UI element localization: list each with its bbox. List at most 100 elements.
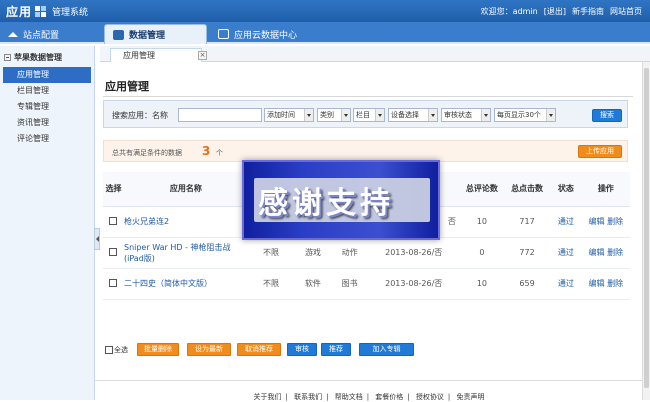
- device-select-value: 设备选择: [391, 111, 419, 119]
- header-comments: 总评论数: [459, 172, 504, 207]
- edit-link[interactable]: 编辑: [589, 279, 605, 288]
- row-checkbox[interactable]: [109, 247, 118, 256]
- data-icon: [113, 29, 124, 40]
- user-links: 欢迎您：admin [退出] 新手指南 网站首页: [481, 6, 642, 17]
- tab-site-config[interactable]: 站点配置: [0, 24, 100, 44]
- app-name-link[interactable]: 二十四史（简体中文版）: [123, 268, 248, 300]
- status-link[interactable]: 通过: [558, 217, 574, 226]
- time-select[interactable]: 添加时间: [264, 108, 314, 122]
- select-all-label: 全选: [114, 346, 128, 354]
- sidebar-item-app-management[interactable]: 应用管理: [3, 67, 91, 83]
- summary-count: 3: [202, 144, 211, 158]
- recommend-button[interactable]: 推荐: [321, 343, 351, 356]
- home-link[interactable]: 网站首页: [610, 6, 642, 17]
- divider: [103, 96, 633, 97]
- header-name: 应用名称: [123, 172, 248, 207]
- tab-cloud-data[interactable]: 应用云数据中心: [210, 24, 330, 44]
- search-label: 搜索应用：名称: [112, 111, 168, 120]
- tab-label: 站点配置: [23, 30, 60, 41]
- sidebar-item-comment-management[interactable]: 评论管理: [0, 131, 94, 147]
- upload-app-button[interactable]: 上传应用: [578, 145, 622, 158]
- cell-category: 图书: [331, 268, 368, 300]
- scrollbar[interactable]: [642, 62, 650, 400]
- sidebar-item-album-management[interactable]: 专辑管理: [0, 99, 94, 115]
- cloud-icon: [218, 29, 229, 39]
- cell-clicks: 772: [503, 237, 551, 269]
- app-name-link[interactable]: 枪火兄弟连2: [123, 206, 248, 238]
- top-header: 应用 管理系统 欢迎您：admin [退出] 新手指南 网站首页: [0, 0, 650, 22]
- select-all[interactable]: 全选: [105, 345, 128, 355]
- delete-link[interactable]: 删除: [607, 248, 623, 257]
- page-tab-strip: 应用管理 ×: [100, 46, 650, 62]
- summary-unit: 个: [216, 149, 223, 157]
- type-select[interactable]: 类别: [317, 108, 351, 122]
- app-name-link[interactable]: Sniper War HD - 神枪阻击战(iPad版): [123, 237, 248, 269]
- sidebar-item-news-management[interactable]: 资讯管理: [0, 115, 94, 131]
- chevron-down-icon: [546, 109, 555, 121]
- header-select: 选择: [103, 172, 124, 207]
- scrollbar-thumb[interactable]: [644, 68, 649, 388]
- chevron-down-icon: [304, 109, 313, 121]
- review-button[interactable]: 审核: [287, 343, 317, 356]
- delete-link[interactable]: 删除: [607, 279, 623, 288]
- select-all-checkbox[interactable]: [105, 346, 113, 354]
- cell-date: 2013-08-26/否: [367, 268, 460, 300]
- tab-data-management[interactable]: 数据管理: [104, 24, 207, 44]
- header-status: 状态: [550, 172, 582, 207]
- device-select[interactable]: 设备选择: [388, 108, 438, 122]
- chevron-down-icon: [481, 109, 490, 121]
- batch-delete-button[interactable]: 批量删除: [137, 343, 179, 356]
- overlay-text: 感谢支持: [258, 186, 394, 221]
- sidebar-item-column-management[interactable]: 栏目管理: [0, 83, 94, 99]
- page-tab-label: 应用管理: [123, 51, 155, 60]
- name-search-input[interactable]: [178, 108, 262, 122]
- greeting-text: 欢迎您：admin: [480, 7, 538, 16]
- tab-label: 数据管理: [129, 31, 166, 41]
- close-icon[interactable]: ×: [198, 51, 207, 60]
- logout-link[interactable]: [退出]: [544, 6, 566, 17]
- time-select-value: 添加时间: [267, 111, 295, 119]
- cell-price: 不限: [247, 237, 295, 269]
- sidebar: 苹果数据管理 应用管理 栏目管理 专辑管理 资讯管理 评论管理: [0, 46, 95, 400]
- sidebar-title-label: 苹果数据管理: [14, 53, 62, 62]
- perpage-select[interactable]: 每页显示30个: [494, 108, 556, 122]
- edit-link[interactable]: 编辑: [589, 248, 605, 257]
- thanks-overlay: 感谢支持: [242, 160, 440, 240]
- summary-bar: 总共有满足条件的数据 3 个 上传应用: [103, 140, 628, 162]
- cell-clicks: 717: [503, 206, 551, 238]
- perpage-select-value: 每页显示30个: [497, 111, 541, 119]
- logo-text: 应用: [6, 5, 33, 19]
- cell-comments: 0: [459, 237, 504, 269]
- cell-type: 软件: [294, 268, 332, 300]
- footer-divider: [95, 380, 643, 381]
- header-clicks: 总点击数: [503, 172, 551, 207]
- page-title: 应用管理: [105, 80, 149, 93]
- status-select[interactable]: 审核状态: [441, 108, 491, 122]
- logo: 应用 管理系统: [6, 3, 88, 20]
- header-operation: 操作: [581, 172, 630, 207]
- cancel-recommend-button[interactable]: 取消推荐: [237, 343, 281, 356]
- row-checkbox[interactable]: [109, 216, 118, 225]
- chevron-down-icon: [375, 109, 384, 121]
- logo-icon: [35, 5, 47, 18]
- page-tab[interactable]: 应用管理 ×: [110, 48, 207, 62]
- status-link[interactable]: 通过: [558, 248, 574, 257]
- search-button[interactable]: 搜索: [592, 109, 622, 122]
- add-to-album-button[interactable]: 加入专辑: [359, 343, 414, 356]
- delete-link[interactable]: 删除: [607, 217, 623, 226]
- column-select[interactable]: 栏目: [353, 108, 385, 122]
- guide-link[interactable]: 新手指南: [572, 6, 604, 17]
- sidebar-title[interactable]: 苹果数据管理: [0, 46, 94, 67]
- row-checkbox[interactable]: [109, 278, 118, 287]
- status-link[interactable]: 通过: [558, 279, 574, 288]
- set-latest-button[interactable]: 设为最新: [187, 343, 231, 356]
- type-select-value: 类别: [320, 111, 334, 119]
- footer-links: 关于我们 | 联系我们 | 帮助文档 | 套餐价格 | 授权协议 | 免责声明: [253, 393, 485, 401]
- table-row: 二十四史（简体中文版） 不限 软件 图书 2013-08-26/否 10 659…: [103, 268, 630, 300]
- collapse-minus-icon: [4, 54, 11, 61]
- table-row: Sniper War HD - 神枪阻击战(iPad版) 不限 游戏 动作 20…: [103, 237, 630, 269]
- system-name: 管理系统: [52, 8, 89, 18]
- edit-link[interactable]: 编辑: [589, 217, 605, 226]
- cell-clicks: 659: [503, 268, 551, 300]
- cell-date: 2013-08-26/否: [367, 237, 460, 269]
